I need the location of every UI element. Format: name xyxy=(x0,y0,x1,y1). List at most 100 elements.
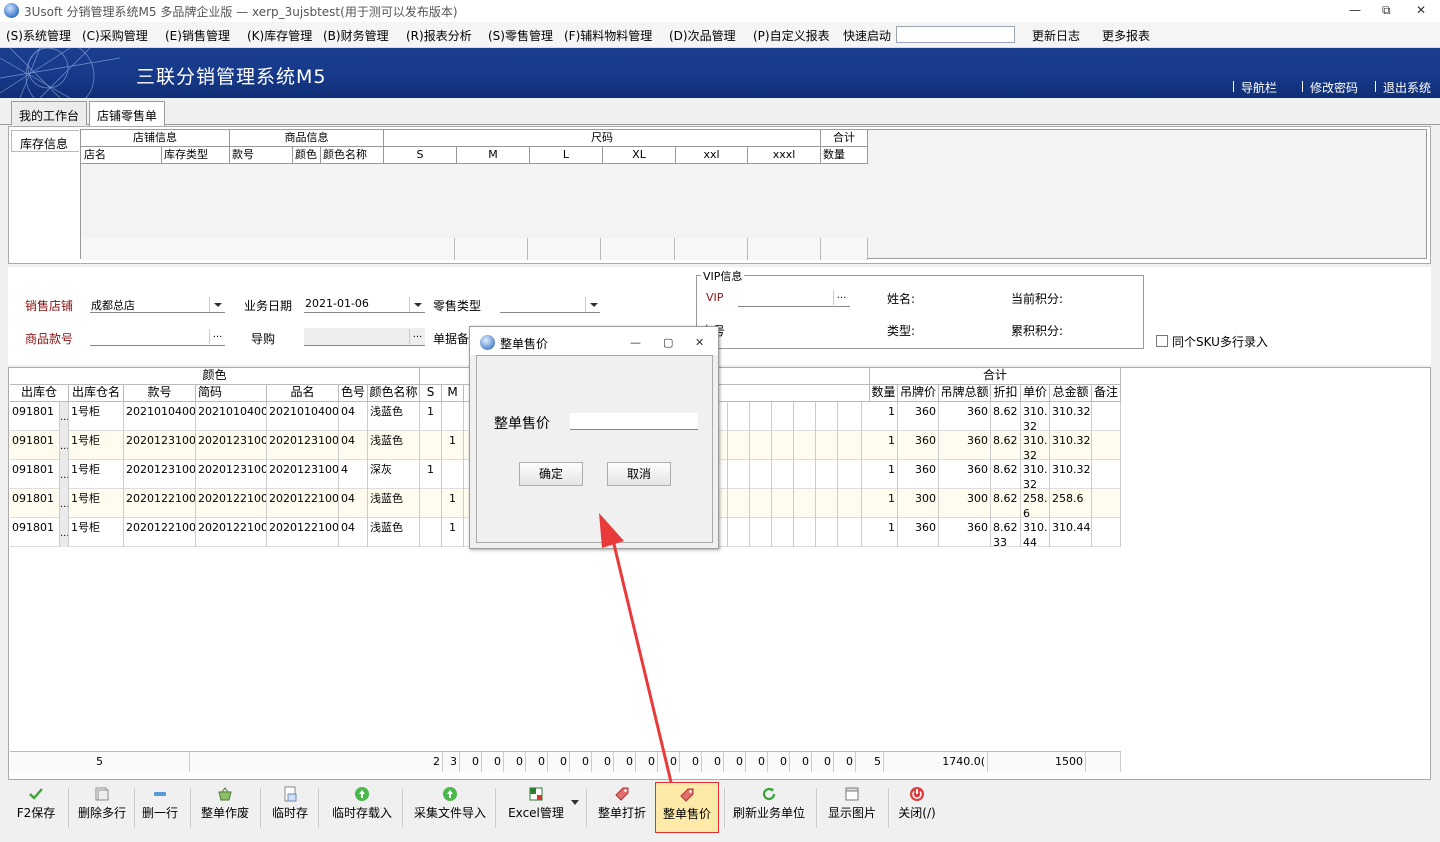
menu-custom-reports[interactable]: (P)自定义报表 xyxy=(753,27,830,44)
date-picker[interactable]: 2021-01-06 xyxy=(304,295,425,313)
temp-save-button[interactable]: 临时存 xyxy=(268,782,312,832)
cell-tag-total: 360 xyxy=(939,518,991,547)
temp-load-button[interactable]: 临时存载入 xyxy=(328,782,396,832)
cell-total: 310.32 xyxy=(1050,431,1092,460)
menu-changelog[interactable]: 更新日志 xyxy=(1032,27,1080,44)
quick-launch-input[interactable] xyxy=(896,26,1015,43)
refresh-units-button[interactable]: 刷新业务单位 xyxy=(730,782,808,832)
chevron-down-icon[interactable] xyxy=(585,297,600,312)
cell-dots[interactable]: ... xyxy=(60,402,69,431)
cell-s xyxy=(420,431,442,460)
cell-size-empty xyxy=(840,460,862,489)
order-price-label: 整单售价 xyxy=(494,416,550,432)
menu-retail[interactable]: (S)零售管理 xyxy=(488,27,553,44)
cell-size-empty xyxy=(772,518,794,547)
delete-row-label: 删一行 xyxy=(141,806,178,820)
menu-defective[interactable]: (D)次品管理 xyxy=(669,27,736,44)
menu-purchase[interactable]: (C)采购管理 xyxy=(82,27,148,44)
stock-info-tab[interactable]: 库存信息 xyxy=(11,130,79,152)
menu-accessories[interactable]: (F)辅料物料管理 xyxy=(564,27,652,44)
cell-dots[interactable]: ... xyxy=(60,460,69,489)
restore-button[interactable]: ⧉ xyxy=(1382,3,1391,18)
product-lookup-button[interactable]: ... xyxy=(209,329,225,344)
cell-size-empty xyxy=(816,518,838,547)
footer-zero: 0 xyxy=(746,752,768,772)
chevron-down-icon[interactable] xyxy=(209,297,224,312)
vip-lookup-button[interactable]: ... xyxy=(833,290,849,305)
close-window-button[interactable]: ✕ xyxy=(1416,3,1426,17)
window-titlebar: 3Usoft 分销管理系统M5 多品牌企业版 — xerp_3ujsbtest(… xyxy=(0,0,1440,22)
cell-code: 20201221002 xyxy=(196,489,267,518)
order-form: 销售店铺 成都总店 业务日期 2021-01-06 零售类型 商品款号 ... … xyxy=(8,267,1431,365)
guide-input[interactable] xyxy=(304,328,425,346)
cell-dots[interactable]: ... xyxy=(60,489,69,518)
globe-icon xyxy=(480,335,495,350)
dialog-close-button[interactable]: ✕ xyxy=(695,336,704,349)
cell-name: 20201221002 xyxy=(267,489,339,518)
col-size-m: M xyxy=(457,147,530,164)
toolbar-separator xyxy=(724,788,725,828)
guide-lookup-button[interactable]: ... xyxy=(409,329,425,344)
document-tabs: 我的工作台 店铺零售单 xyxy=(0,98,1440,126)
change-password-link[interactable]: 修改密码 xyxy=(1310,79,1358,96)
col-remark: 备注 xyxy=(1092,385,1121,402)
footer-zero: 0 xyxy=(834,752,856,772)
cell-size-empty xyxy=(750,460,772,489)
dialog-minimize-button[interactable]: — xyxy=(630,336,641,349)
dialog-maximize-button[interactable]: ▢ xyxy=(663,336,673,349)
store-select[interactable]: 成都总店 xyxy=(90,295,225,313)
type-label: 类型: xyxy=(887,324,916,338)
close-form-button[interactable]: 关闭(/) xyxy=(894,782,940,832)
cell-size-empty xyxy=(750,489,772,518)
menu-reports[interactable]: (R)报表分析 xyxy=(406,27,472,44)
tab-workbench[interactable]: 我的工作台 xyxy=(11,101,88,125)
order-price-button[interactable]: 整单售价 xyxy=(655,782,719,833)
chevron-down-icon[interactable] xyxy=(571,800,579,806)
nav-link[interactable]: 导航栏 xyxy=(1241,79,1277,96)
show-image-button[interactable]: 显示图片 xyxy=(824,782,880,832)
same-sku-checkbox[interactable] xyxy=(1156,335,1168,347)
order-price-dialog: 整单售价 — ▢ ✕ 整单售价 确定 取消 xyxy=(469,326,719,549)
col-discount: 折扣 xyxy=(991,385,1021,402)
stock-grid[interactable]: 店铺信息 商品信息 尺码 合计 店名 库存类型 款号 颜色 颜色名称 S M L… xyxy=(80,129,1427,260)
toolbar-separator xyxy=(68,788,69,828)
cancel-button[interactable]: 取消 xyxy=(607,462,671,486)
cell-dots[interactable]: ... xyxy=(60,431,69,460)
import-file-button[interactable]: 采集文件导入 xyxy=(410,782,490,832)
cell-style: 20201231001 xyxy=(124,431,196,460)
footer-zero: 0 xyxy=(702,752,724,772)
exit-link[interactable]: 退出系统 xyxy=(1383,79,1431,96)
void-order-button[interactable]: 整单作废 xyxy=(196,782,254,832)
cell-size-empty xyxy=(772,460,794,489)
ok-button[interactable]: 确定 xyxy=(519,462,583,486)
save-button[interactable]: F2保存 xyxy=(10,782,62,832)
delete-row-button[interactable]: 删一行 xyxy=(138,782,182,832)
cell-size-empty xyxy=(840,518,862,547)
excel-button[interactable]: Excel管理 xyxy=(505,782,567,832)
menu-system[interactable]: (S)系统管理 xyxy=(6,27,71,44)
menu-finance[interactable]: (B)财务管理 xyxy=(323,27,389,44)
app-globe-icon xyxy=(4,3,19,18)
menu-inventory[interactable]: (K)库存管理 xyxy=(247,27,312,44)
footer-amount-total: 1500 xyxy=(988,752,1086,772)
order-price-input[interactable] xyxy=(570,413,698,430)
tab-store-retail[interactable]: 店铺零售单 xyxy=(89,101,166,126)
cell-size-empty xyxy=(794,489,816,518)
app-banner: 三联分销管理系统M5 导航栏 修改密码 退出系统 xyxy=(0,48,1440,98)
cell-size-empty xyxy=(728,431,750,460)
menu-more-reports[interactable]: 更多报表 xyxy=(1102,27,1150,44)
product-input[interactable] xyxy=(90,328,225,346)
minimize-button[interactable]: — xyxy=(1349,3,1361,17)
basket-icon xyxy=(218,787,232,801)
stock-footer-cell xyxy=(821,238,868,260)
cell-discount: 8.62 xyxy=(991,431,1021,460)
cell-dots[interactable]: ... xyxy=(60,518,69,547)
cell-m: 1 xyxy=(442,518,464,547)
delete-rows-button[interactable]: 删除多行 xyxy=(74,782,130,832)
cell-total: 310.32 xyxy=(1050,460,1092,489)
order-discount-button[interactable]: 整单打折 xyxy=(594,782,650,832)
chevron-down-icon[interactable] xyxy=(409,297,424,312)
cell-discount: 8.62 xyxy=(991,460,1021,489)
menu-sales[interactable]: (E)销售管理 xyxy=(165,27,230,44)
delete-rows-label: 删除多行 xyxy=(77,806,126,820)
